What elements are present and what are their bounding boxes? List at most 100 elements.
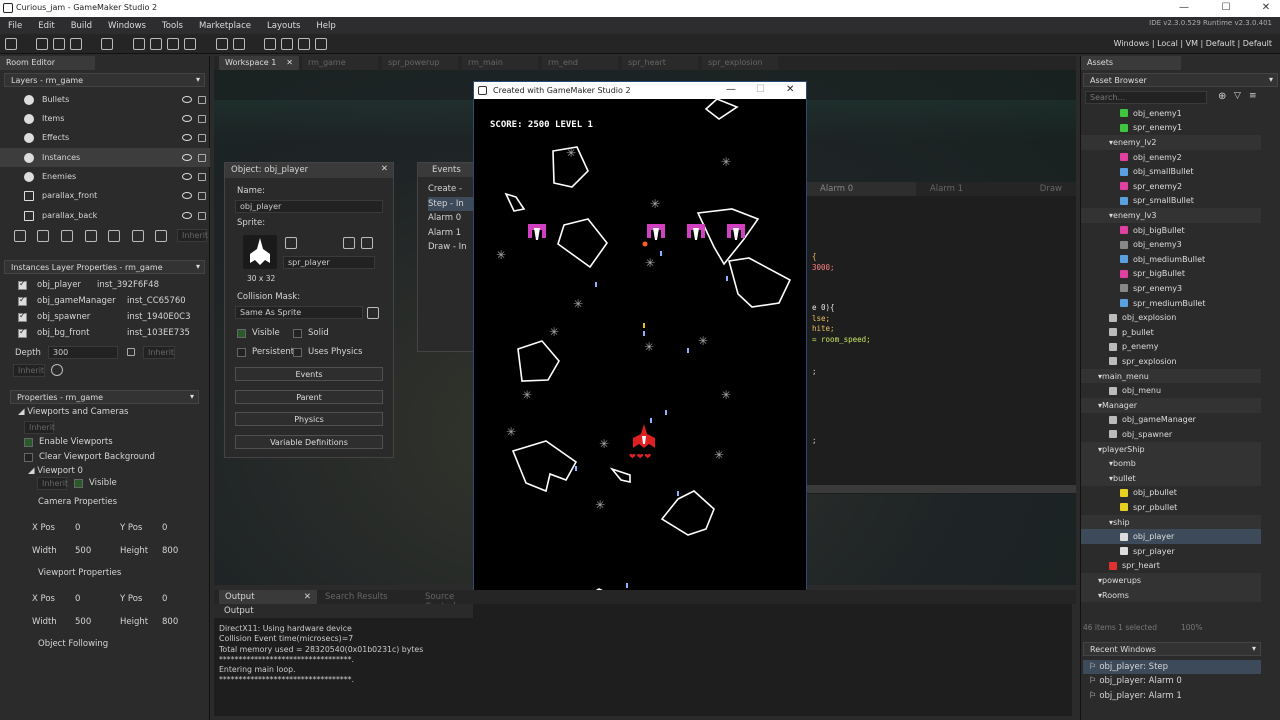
add-tile-layer-icon[interactable] [61, 230, 73, 242]
tab-source-control[interactable]: Source Control [419, 590, 479, 612]
menu-tools[interactable]: Tools [154, 21, 191, 31]
close-icon[interactable]: ✕ [286, 58, 293, 67]
asset-item[interactable]: spr_pbullet [1081, 500, 1261, 515]
physics-button[interactable]: Physics [235, 412, 383, 426]
inherit-button[interactable]: Inherit [24, 421, 55, 434]
lock-icon[interactable] [127, 348, 135, 356]
layer-bullets[interactable]: Bullets [0, 90, 210, 109]
asset-item[interactable]: p_bullet [1081, 325, 1261, 340]
eye-icon[interactable] [182, 192, 192, 199]
asset-item[interactable]: obj_enemy1 [1081, 106, 1261, 121]
maximize-button[interactable]: ☐ [1218, 2, 1234, 15]
tab-search-results[interactable]: Search Results [319, 590, 417, 604]
add-bg-layer-icon[interactable] [14, 230, 26, 242]
asset-item[interactable]: obj_player [1081, 529, 1261, 544]
instances-header[interactable]: Instances Layer Properties - rm_game ▾ [4, 260, 205, 274]
inherit-button[interactable]: Inherit [37, 477, 68, 490]
assets-tab[interactable]: Assets [1081, 56, 1181, 70]
asset-item[interactable]: obj_gameManager [1081, 413, 1261, 428]
menu-help[interactable]: Help [308, 21, 343, 31]
menu-build[interactable]: Build [63, 21, 100, 31]
solid-row[interactable]: Solid [293, 328, 329, 338]
mask-select[interactable]: Same As Sprite [235, 306, 363, 319]
open-project-icon[interactable] [53, 38, 65, 50]
cam-height-input[interactable]: 800 [162, 546, 178, 556]
cam-width-input[interactable]: 500 [75, 546, 91, 556]
home-icon[interactable] [5, 38, 17, 50]
instance-checkbox[interactable] [18, 279, 27, 290]
depth-input[interactable]: 300 [48, 346, 118, 359]
instance-checkbox[interactable] [18, 311, 27, 322]
asset-folder[interactable]: ▾ powerups [1081, 573, 1261, 588]
menu-marketplace[interactable]: Marketplace [191, 21, 259, 31]
uses-physics-checkbox[interactable] [293, 347, 302, 357]
event-step[interactable]: Step - In [428, 196, 474, 211]
instance-row[interactable]: obj_bg_front inst_103EE735 [0, 325, 209, 341]
asset-item[interactable]: spr_player [1081, 544, 1261, 559]
layer-enemies[interactable]: Enemies [0, 167, 210, 186]
asset-item[interactable]: obj_bigBullet [1081, 223, 1261, 238]
zoom-reset-icon[interactable] [298, 38, 310, 50]
maximize-button[interactable]: ☐ [756, 84, 765, 95]
tab-spr-explosion[interactable]: spr_explosion [702, 56, 778, 70]
recent-windows-header[interactable]: Recent Windows ▾ [1083, 642, 1261, 656]
inherit-button[interactable]: Inherit [177, 229, 208, 242]
lock-icon[interactable] [198, 211, 206, 220]
new-sprite-icon[interactable] [285, 237, 297, 249]
enable-viewports-checkbox[interactable] [24, 437, 33, 447]
debug-icon[interactable] [133, 38, 145, 50]
recent-item[interactable]: ⚐ obj_player: Step [1083, 660, 1261, 674]
tab-rm-game[interactable]: rm_game [302, 56, 378, 70]
code-editor[interactable]: Alarm 0 Alarm 1 Draw { 3000; e 0){ lse; … [806, 182, 1076, 494]
persistent-checkbox[interactable] [237, 347, 246, 357]
asset-item[interactable]: spr_enemy2 [1081, 179, 1261, 194]
visible-row[interactable]: Visible [237, 328, 280, 338]
lock-icon[interactable] [198, 95, 206, 104]
vp-ypos-input[interactable]: 0 [162, 594, 167, 604]
edit-mask-icon[interactable] [367, 307, 379, 319]
menu-file[interactable]: File [0, 21, 30, 31]
eye-icon[interactable] [182, 173, 192, 180]
close-button[interactable]: ✕ [786, 84, 794, 95]
game-window[interactable]: Created with GameMaker Studio 2 — ☐ ✕ SC… [473, 81, 807, 634]
menu-edit[interactable]: Edit [30, 21, 62, 31]
inherit-button[interactable]: Inherit [13, 364, 45, 377]
stop-icon[interactable] [167, 38, 179, 50]
sprite-select[interactable]: spr_player [283, 256, 375, 269]
asset-folder[interactable]: ▾ Rooms [1081, 587, 1261, 603]
menu-layouts[interactable]: Layouts [259, 21, 308, 31]
asset-browser-header[interactable]: Asset Browser ▾ [1083, 73, 1278, 87]
layer-parallax-front[interactable]: parallax_front [0, 186, 210, 205]
edit-sprite-icon[interactable] [343, 237, 355, 249]
solid-checkbox[interactable] [293, 328, 302, 338]
event-alarm0[interactable]: Alarm 0 [428, 211, 474, 226]
instance-row[interactable]: obj_player inst_392F6F48 [0, 277, 209, 293]
enable-viewports-row[interactable]: Enable Viewports [24, 437, 113, 447]
asset-folder[interactable]: ▾ main_menu [1081, 368, 1261, 384]
save-icon[interactable] [70, 38, 82, 50]
cam-xpos-input[interactable]: 0 [75, 523, 80, 533]
layer-items[interactable]: Items [0, 109, 210, 128]
asset-item[interactable]: obj_spawner [1081, 427, 1261, 442]
viewport0-section[interactable]: ◢ Viewport 0 [28, 466, 83, 476]
asset-folder[interactable]: ▾ Manager [1081, 398, 1261, 413]
events-button[interactable]: Events [235, 367, 383, 381]
tab-rm-main[interactable]: rm_main [462, 56, 538, 70]
zoom-out-icon[interactable] [264, 38, 276, 50]
visible-row[interactable]: Visible [74, 478, 117, 488]
visible-checkbox[interactable] [74, 478, 83, 488]
code-tab-alarm0[interactable]: Alarm 0 [806, 182, 916, 196]
tab-output[interactable]: Output ✕ [219, 590, 317, 604]
add-folder-icon[interactable] [132, 230, 144, 242]
uses-physics-row[interactable]: Uses Physics [293, 347, 362, 357]
asset-item[interactable]: obj_mediumBullet [1081, 252, 1261, 267]
add-path-layer-icon[interactable] [85, 230, 97, 242]
eye-icon[interactable] [182, 212, 192, 219]
filter-icon[interactable]: ▽ [1234, 91, 1241, 101]
reset-icon[interactable] [51, 364, 63, 376]
properties-header[interactable]: Properties - rm_game ▾ [10, 390, 199, 404]
asset-item[interactable]: spr_enemy3 [1081, 281, 1261, 296]
tab-workspace-1[interactable]: Workspace 1 ✕ [219, 56, 299, 70]
code-scrollbar[interactable] [806, 485, 1076, 493]
minimize-button[interactable]: — [726, 84, 736, 95]
